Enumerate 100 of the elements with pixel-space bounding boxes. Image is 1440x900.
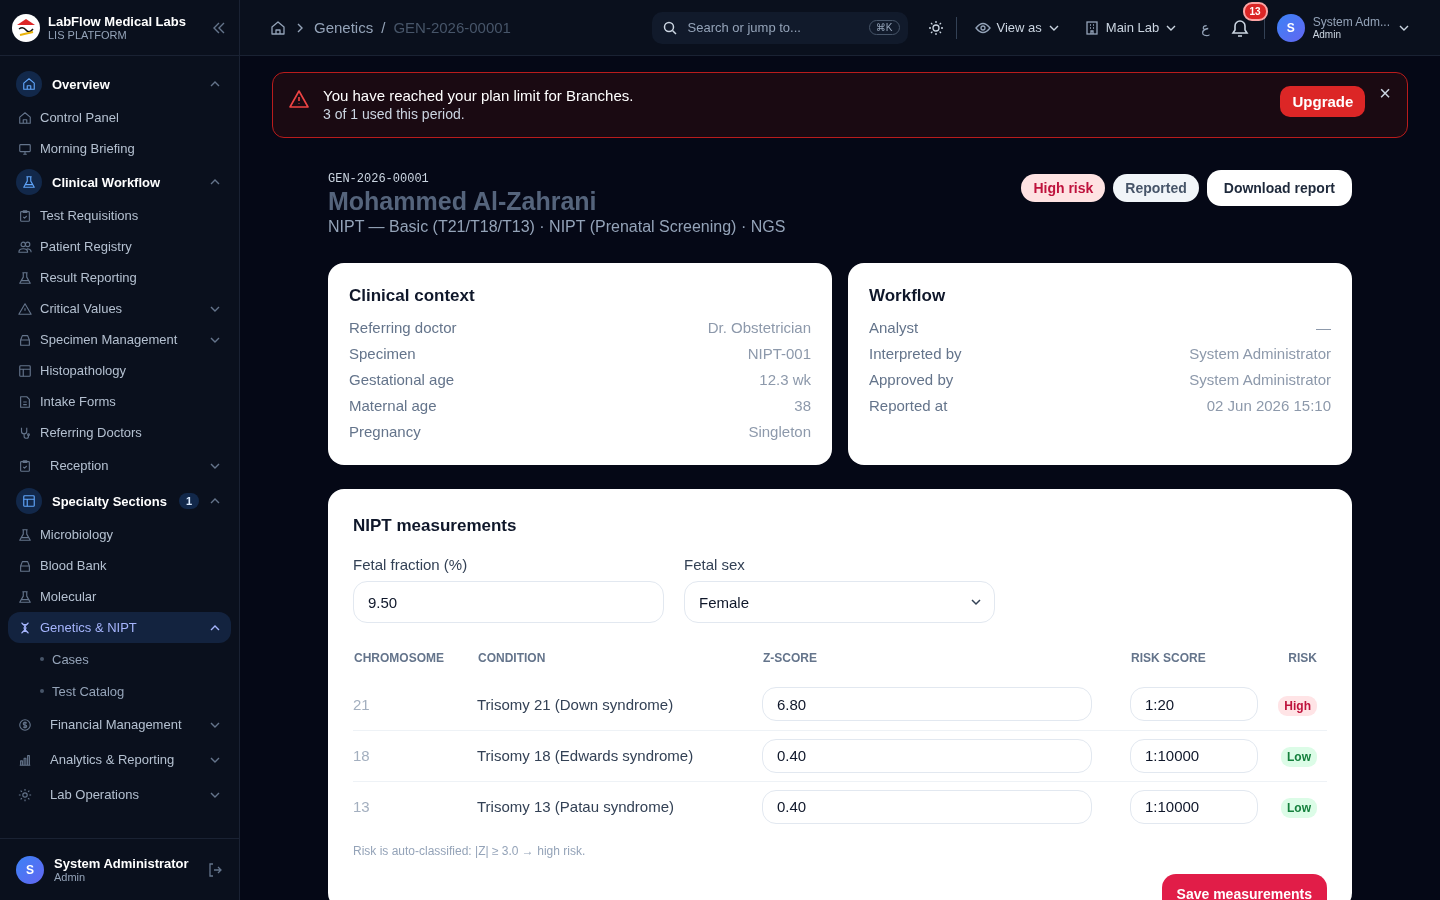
upgrade-button[interactable]: Upgrade (1280, 86, 1366, 117)
case-id: GEN-2026-00001 (328, 172, 430, 186)
sidebar-item[interactable]: Morning Briefing (8, 133, 231, 164)
table-cell: Trisomy 21 (Down syndrome) (477, 679, 762, 730)
dropdown-value: Female (699, 593, 750, 611)
sidebar-item[interactable]: Specialty Sections 1 (8, 483, 231, 519)
dollar-icon (18, 717, 32, 732)
risk-score-field[interactable]: 1:10000 (1130, 789, 1258, 824)
dna-icon (18, 620, 32, 635)
sidebar-item[interactable]: Blood Bank (8, 550, 231, 581)
table-cell: 21 (353, 679, 477, 730)
column-header: RISK (1287, 650, 1318, 667)
risk-score-field[interactable]: 1:20 (1130, 687, 1258, 722)
sidebar-item[interactable]: Overview (8, 66, 231, 102)
sidebar-item[interactable]: Test Requisitions (8, 200, 231, 231)
risk-score-field[interactable]: 1:10000 (1130, 738, 1258, 773)
search-input[interactable]: Search or jump to... (685, 19, 861, 36)
users-icon (18, 239, 32, 254)
sidebar-item[interactable]: Histopathology (8, 355, 231, 386)
field-value: Singleton (748, 422, 811, 442)
z-score-field[interactable]: 0.40 (762, 738, 1092, 773)
field-label: Reported at (869, 396, 948, 416)
user-avatar[interactable]: S (1276, 13, 1305, 42)
field-value: NIPT-001 (747, 344, 811, 364)
alert-message: 3 of 1 used this period. (323, 106, 466, 122)
search-field[interactable]: Search or jump to... ⌘K (651, 11, 908, 44)
field-value: System Administrator (1189, 370, 1331, 390)
warning-icon (289, 89, 309, 109)
box-icon (18, 558, 32, 573)
alert-title: You have reached your plan limit for Branches. (323, 87, 635, 104)
sidebar-item[interactable]: Microbiology (8, 519, 231, 550)
field-value: Dr. Obstetrician (707, 318, 811, 338)
sidebar-item[interactable]: Analytics & Reporting (8, 742, 231, 777)
sidebar-item[interactable]: Financial Management (8, 707, 231, 742)
z-score-field[interactable]: 0.40 (762, 789, 1092, 824)
user-role: Admin (54, 871, 87, 883)
fetal-fraction-field[interactable]: 9.50 (353, 581, 664, 623)
table-cell: Trisomy 18 (Edwards syndrome) (477, 730, 762, 781)
user-role: Admin (1312, 29, 1342, 40)
download-report-button[interactable]: Download report (1206, 170, 1352, 206)
sidebar-item[interactable]: Lab Operations (8, 777, 231, 812)
warning-icon (18, 301, 32, 316)
field-label: Interpreted by (869, 344, 962, 364)
sidebar-item[interactable]: Referring Doctors (8, 417, 231, 448)
card-title: Clinical context (349, 286, 476, 306)
column-header: Z-SCORE (762, 650, 818, 667)
field-value: 02 Jun 2026 15:10 (1206, 396, 1331, 416)
field-value: System Administrator (1189, 344, 1331, 364)
sidebar-item[interactable]: Critical Values (8, 293, 231, 324)
stethoscope-icon (18, 425, 32, 440)
language-toggle[interactable]: ع (1195, 19, 1216, 36)
bar-chart-icon (18, 752, 32, 767)
fetal-sex-dropdown[interactable]: Female (684, 581, 995, 623)
table-cell: Trisomy 13 (Patau syndrome) (477, 781, 762, 832)
lab-selector[interactable]: Main Lab (1077, 15, 1184, 40)
sidebar-item[interactable]: Genetics & NIPT (8, 612, 231, 643)
field-label: Maternal age (349, 396, 437, 416)
field-label: Referring doctor (349, 318, 457, 338)
sidebar-item[interactable]: Test Catalog (8, 675, 231, 707)
sidebar-item[interactable]: Clinical Workflow (8, 164, 231, 200)
logo-icon (12, 13, 40, 42)
close-button[interactable]: × (1379, 83, 1391, 103)
brand-subtitle: LIS PLATFORM (48, 29, 128, 41)
card-title: NIPT measurements (353, 516, 518, 536)
sidebar-item[interactable]: Control Panel (8, 102, 231, 133)
sidebar-item[interactable]: Reception (8, 448, 231, 483)
breadcrumb-link[interactable]: Genetics (314, 19, 374, 36)
field-label: Approved by (869, 370, 954, 390)
sidebar-item[interactable]: Molecular (8, 581, 231, 612)
save-measurements-button[interactable]: Save measurements (1161, 874, 1327, 900)
clipboard-icon (18, 458, 32, 473)
sidebar-item[interactable]: Intake Forms (8, 386, 231, 417)
field-label: Specimen (349, 344, 416, 364)
logout-icon[interactable] (207, 861, 223, 878)
sidebar-item[interactable]: Result Reporting (8, 262, 231, 293)
sidebar-item[interactable]: Cases (8, 643, 231, 675)
test-subtitle: NIPT — Basic (T21/T18/T13) · NIPT (Prenatal Screening) · NGS (328, 218, 786, 236)
status-badge: Reported (1113, 174, 1199, 202)
sidebar-item[interactable]: Patient Registry (8, 231, 231, 262)
document-icon (18, 394, 32, 409)
z-score-field[interactable]: 6.80 (762, 687, 1092, 722)
notification-badge: 13 (1242, 1, 1268, 21)
field-value: 38 (794, 396, 811, 416)
sun-icon[interactable] (927, 19, 944, 36)
field-label: Pregnancy (349, 422, 421, 442)
view-as-button[interactable]: View as (968, 15, 1066, 40)
user-name: System Adm... (1312, 15, 1390, 29)
risk-badge: Low (1281, 798, 1317, 819)
field-value: 12.3 wk (759, 370, 811, 390)
sidebar-item[interactable]: Specimen Management (8, 324, 231, 355)
box-icon (18, 332, 32, 347)
gear-icon (18, 787, 32, 802)
flask-icon (18, 589, 32, 604)
column-header: CHROMOSOME (353, 650, 445, 667)
field-label: Gestational age (349, 370, 455, 390)
search-icon (661, 19, 678, 36)
table-icon (22, 494, 36, 508)
status-badge: High risk (1021, 174, 1106, 202)
caret-icon (970, 596, 982, 608)
flask-icon (18, 270, 32, 285)
